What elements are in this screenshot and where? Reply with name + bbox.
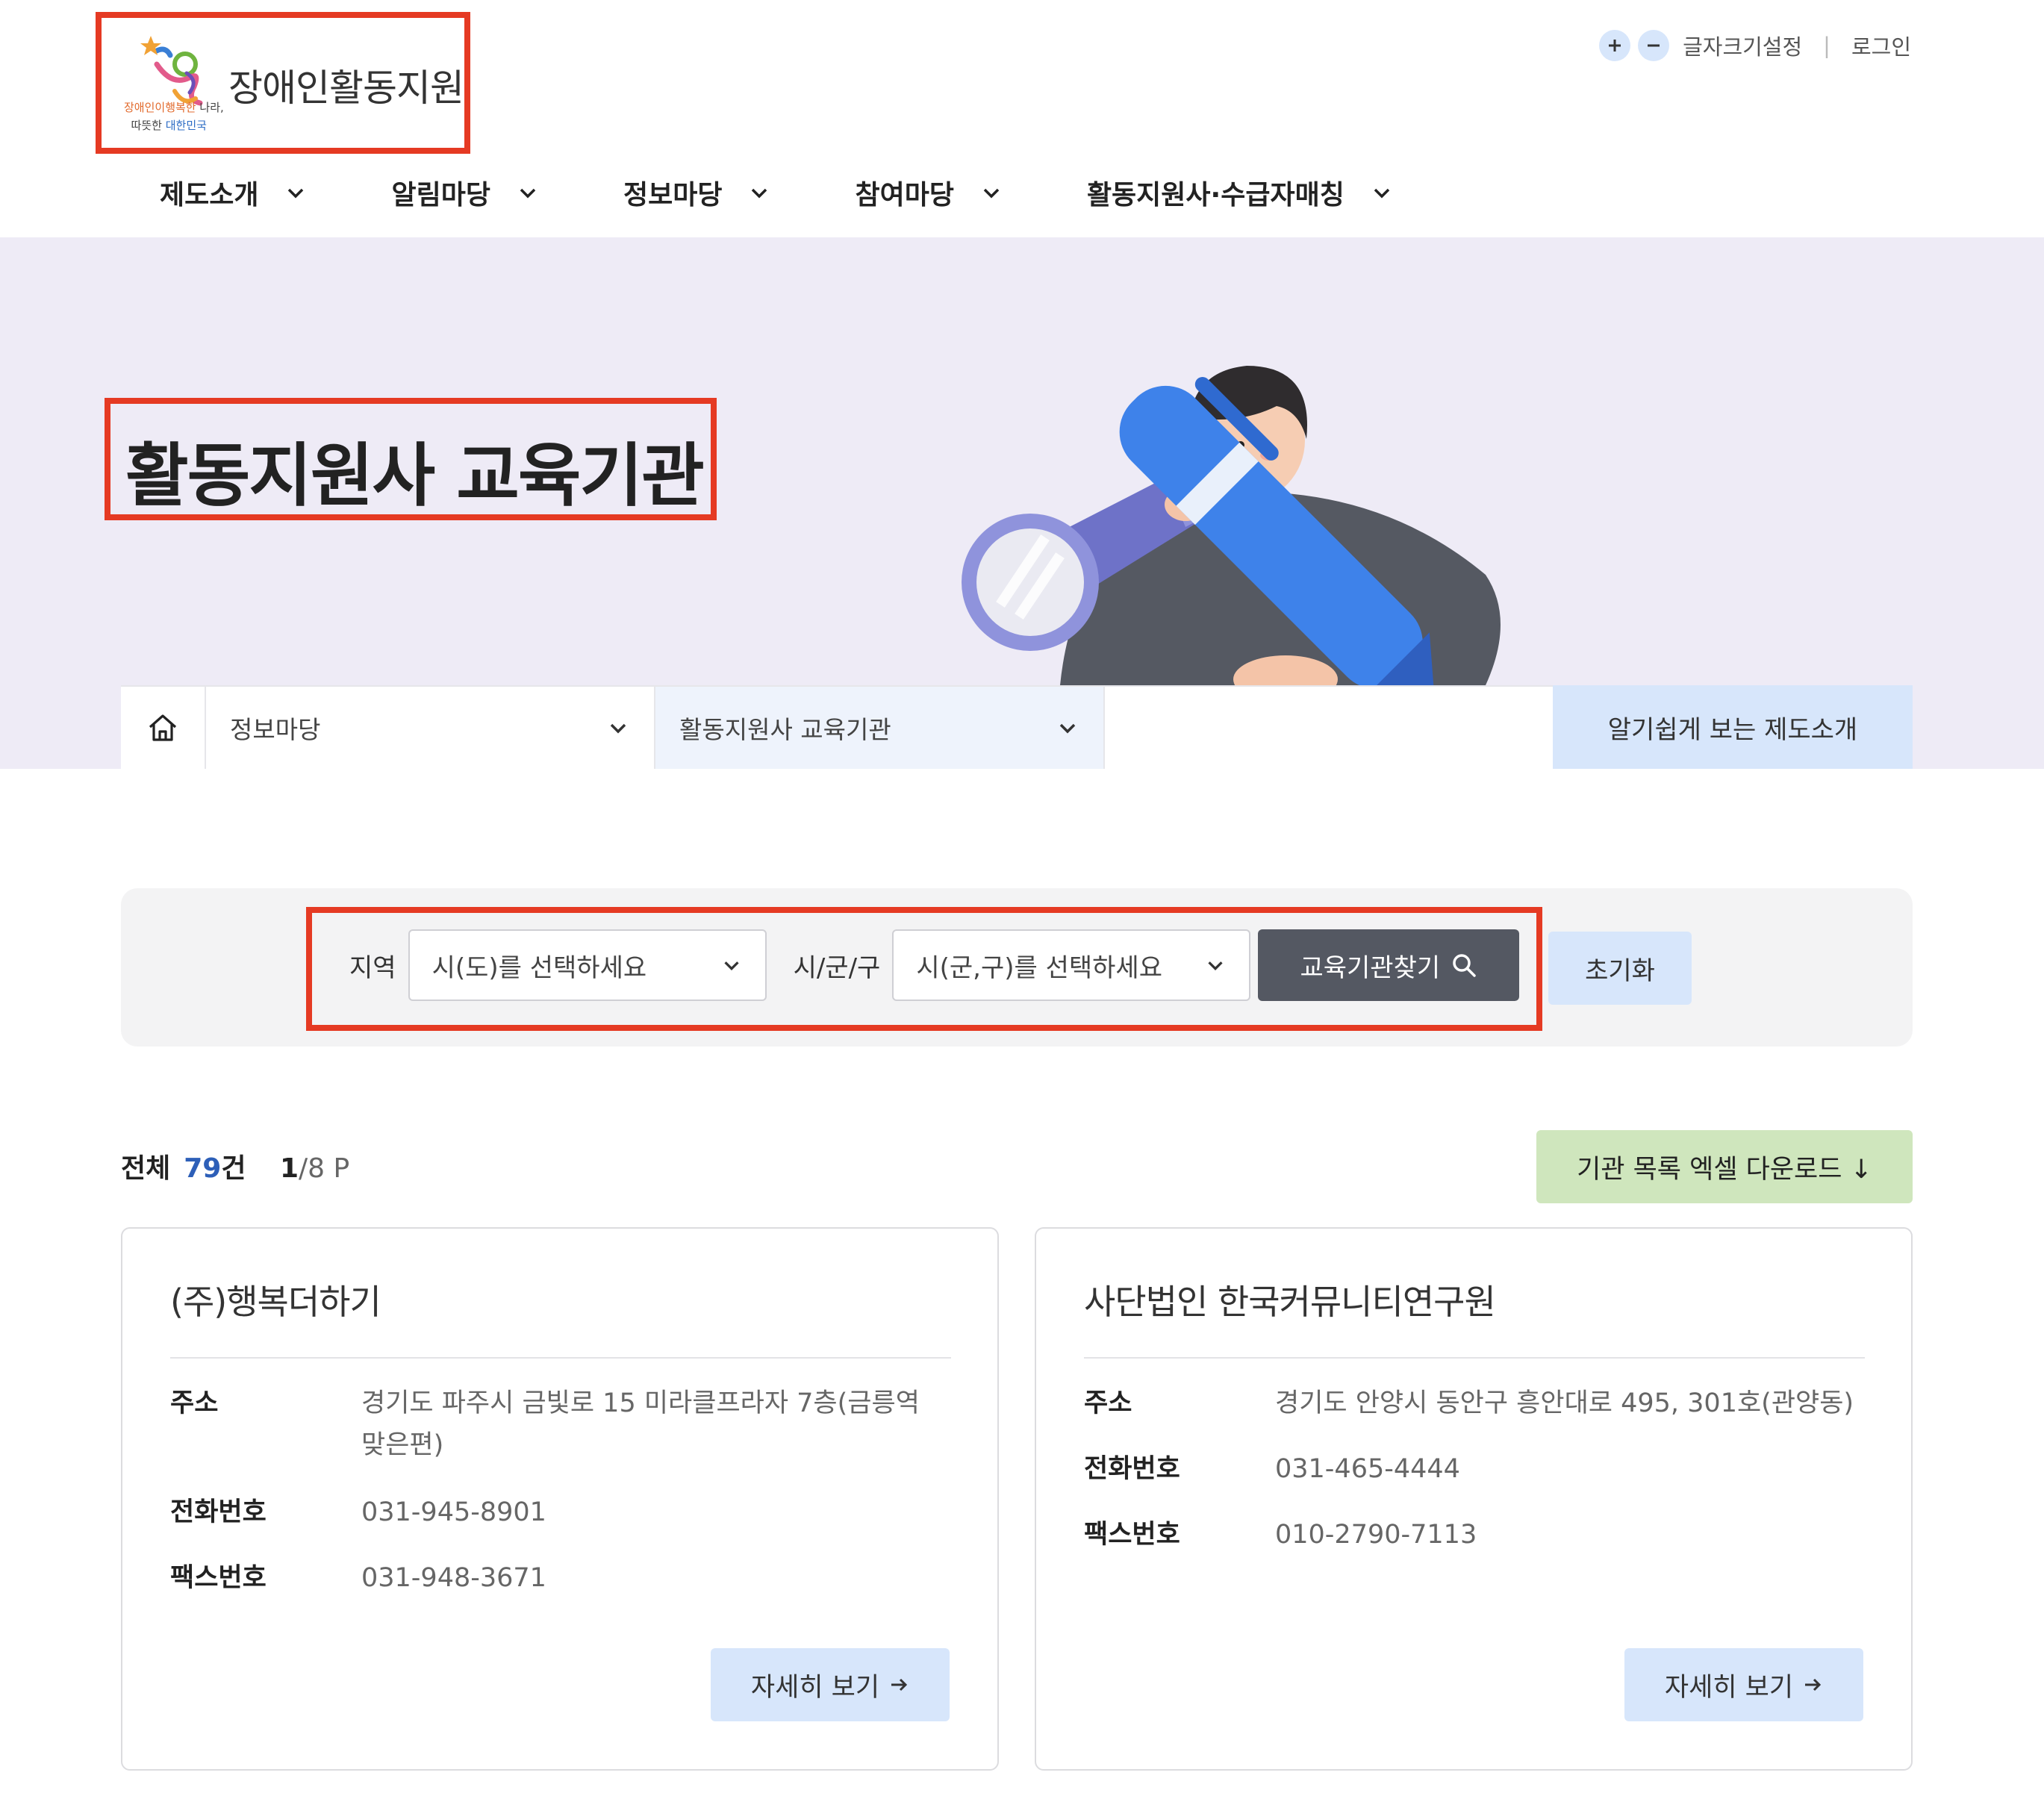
card-divider (1084, 1357, 1865, 1359)
chevron-down-icon (752, 188, 767, 199)
font-size-setting-link[interactable]: 글자크기설정 (1683, 30, 1802, 61)
view-detail-button[interactable]: 자세히 보기 (711, 1648, 950, 1721)
zoom-out-button[interactable] (1638, 30, 1670, 61)
chevron-down-icon (520, 188, 536, 199)
phone-row: 전화번호 031-945-8901 (170, 1497, 546, 1527)
region-select[interactable]: 시(도)를 선택하세요 (408, 929, 767, 1001)
chevron-down-icon (1374, 188, 1390, 199)
find-institution-button[interactable]: 교육기관찾기 (1258, 929, 1520, 1001)
minus-icon (1648, 44, 1660, 47)
card-divider (170, 1357, 951, 1359)
plus-icon (1609, 40, 1621, 52)
utility-divider: | (1823, 33, 1830, 58)
institution-card: (주)행복더하기 주소 경기도 파주시 금빛로 15 미라클프라자 7층(금릉역… (121, 1227, 999, 1771)
fax-row: 팩스번호 010-2790-7113 (1084, 1520, 1477, 1550)
nav-item-system-intro[interactable]: 제도소개 (160, 173, 308, 212)
nav-item-info[interactable]: 정보마당 (623, 173, 771, 212)
institution-name: (주)행복더하기 (170, 1282, 381, 1322)
page-title-box: 활동지원사 교육기관 (105, 398, 717, 520)
chevron-down-icon (288, 188, 304, 199)
nav-item-matching[interactable]: 활동지원사·수급자매칭 (1087, 173, 1394, 212)
hero-illustration (962, 366, 1501, 685)
breadcrumb-spacer (1105, 687, 1553, 769)
arrow-right-icon (1805, 1678, 1822, 1691)
arrow-right-icon (891, 1678, 908, 1691)
breadcrumb-level2-select[interactable]: 활동지원사 교육기관 (655, 687, 1105, 769)
fax-row: 팩스번호 031-948-3671 (170, 1563, 546, 1593)
district-select[interactable]: 시(군,구)를 선택하세요 (892, 929, 1251, 1001)
site-header: 장애인활동지원 장애인이행복한 나라, 따뜻한 대한민국 글자크기설정 | 로그… (0, 0, 2044, 237)
page-indicator: 1/8 P (279, 1153, 350, 1184)
logo[interactable]: 장애인활동지원 장애인이행복한 나라, 따뜻한 대한민국 (96, 12, 470, 154)
search-row: 지역 시(도)를 선택하세요 시/군/구 시(군,구)를 선택하세요 교육기관찾… (312, 929, 1536, 1001)
main-nav: 제도소개 알림마당 정보마당 참여마당 활동지원사·수급자매칭 (160, 173, 1394, 212)
chevron-down-icon (723, 961, 739, 971)
reset-button[interactable]: 초기화 (1548, 932, 1692, 1005)
result-count: 전체 79건 1/8 P (121, 1153, 350, 1184)
institution-card: 사단법인 한국커뮤니티연구원 주소 경기도 안양시 동안구 흥안대로 495, … (1035, 1227, 1913, 1771)
search-icon (1453, 954, 1476, 977)
view-detail-button[interactable]: 자세히 보기 (1624, 1648, 1863, 1721)
address-row: 주소 경기도 파주시 금빛로 15 미라클프라자 7층(금릉역 맞은편) (170, 1388, 920, 1460)
page-title: 활동지원사 교육기관 (125, 436, 705, 516)
breadcrumb: 정보마당 활동지원사 교육기관 알기쉽게 보는 제도소개 (121, 685, 1913, 769)
utility-menu: 글자크기설정 | 로그인 (1599, 30, 1911, 61)
breadcrumb-level1-select[interactable]: 정보마당 (206, 687, 655, 769)
easy-intro-button[interactable]: 알기쉽게 보는 제도소개 (1553, 685, 1913, 769)
zoom-in-button[interactable] (1599, 30, 1631, 61)
chevron-down-icon (1059, 723, 1076, 734)
address-row: 주소 경기도 안양시 동안구 흥안대로 495, 301호(관양동) (1084, 1388, 1854, 1418)
excel-download-button[interactable]: 기관 목록 엑셀 다운로드 ↓ (1536, 1130, 1913, 1203)
region-label: 지역 (349, 952, 396, 983)
chevron-down-icon (610, 723, 626, 734)
nav-item-notices[interactable]: 알림마당 (391, 173, 539, 212)
chevron-down-icon (1208, 961, 1223, 971)
home-icon (149, 714, 177, 741)
chevron-down-icon (983, 188, 1000, 199)
breadcrumb-home[interactable] (121, 687, 206, 769)
logo-slogan: 장애인이행복한 나라, 따뜻한 대한민국 (124, 101, 224, 132)
phone-row: 전화번호 031-465-4444 (1084, 1454, 1460, 1484)
login-link[interactable]: 로그인 (1851, 30, 1911, 61)
nav-item-participation[interactable]: 참여마당 (855, 173, 1003, 212)
district-label: 시/군/구 (793, 952, 881, 983)
search-form: 지역 시(도)를 선택하세요 시/군/구 시(군,구)를 선택하세요 교육기관찾… (306, 907, 1542, 1031)
institution-name: 사단법인 한국커뮤니티연구원 (1084, 1282, 1496, 1322)
logo-title: 장애인활동지원 (228, 66, 464, 110)
